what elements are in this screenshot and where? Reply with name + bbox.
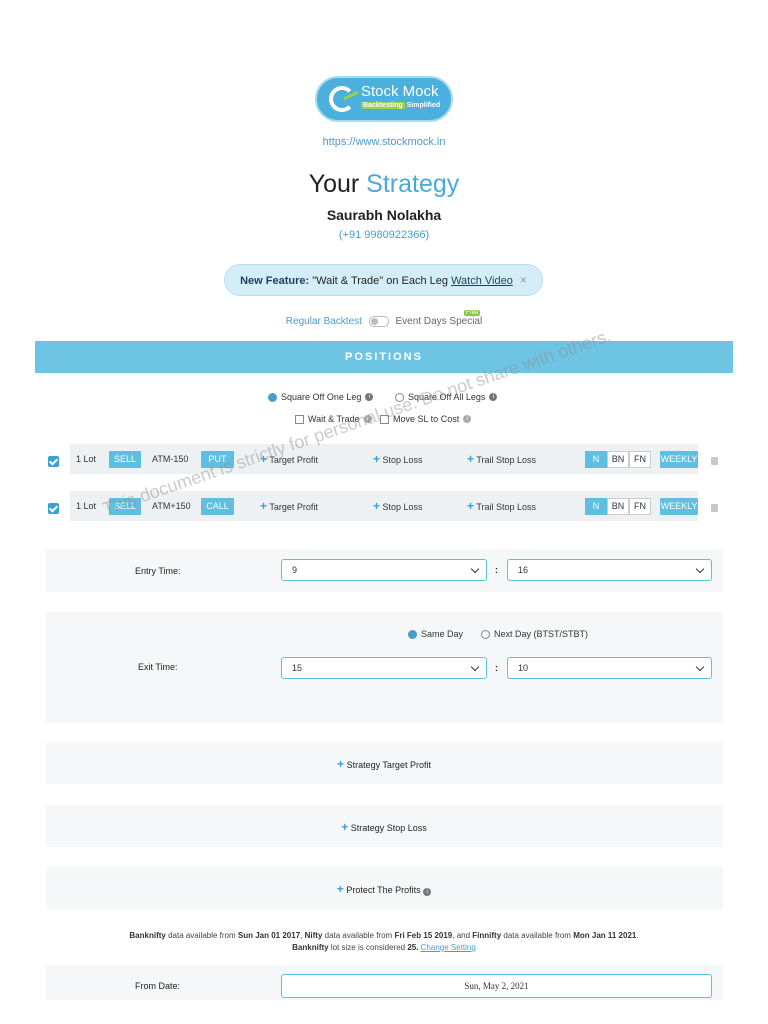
square-off-one-leg-radio[interactable]: Square Off One Leg i (268, 392, 374, 402)
info-icon[interactable]: i (365, 393, 374, 401)
site-url-link[interactable]: https://www.stockmock.in (0, 136, 768, 148)
exit-minute-select[interactable]: 10 (507, 657, 712, 679)
wait-trade-checkbox[interactable]: Wait & Trade i (295, 414, 372, 424)
leg-row-2: 1 Lot SELL ATM+150 CALL + Target Profit … (70, 491, 698, 521)
stockmock-logo[interactable]: Stock Mock Backtesting Simplified (315, 76, 453, 122)
plus-icon: + (336, 882, 344, 896)
strike-selector[interactable]: ATM-150 (152, 454, 188, 464)
index-n-button[interactable]: N (585, 451, 607, 468)
plus-icon: + (341, 820, 349, 834)
plus-icon: + (337, 757, 345, 771)
same-day-radio[interactable]: Same Day (408, 629, 463, 639)
lot-stepper[interactable]: 1 Lot (76, 454, 96, 464)
leg-2-enable-checkbox[interactable] (48, 503, 59, 514)
mode-toggle-switch[interactable] (368, 316, 389, 327)
watch-video-link[interactable]: Watch Video (451, 275, 513, 287)
target-profit-toggle[interactable]: + Target Profit (260, 452, 318, 466)
trail-stop-loss-toggle[interactable]: + Trail Stop Loss (467, 452, 536, 466)
change-setting-link[interactable]: Change Setting (421, 943, 476, 952)
time-separator: : (495, 663, 498, 673)
radio-selected-icon (268, 392, 277, 402)
side-toggle-button[interactable]: SELL (109, 451, 141, 468)
data-availability-notice: Banknifty data available from Sun Jan 01… (129, 931, 639, 940)
info-icon[interactable]: i (363, 415, 372, 423)
free-badge: Free (464, 310, 481, 316)
entry-time-label: Entry Time: (135, 566, 181, 576)
expiry-select[interactable]: WEEKLY (660, 451, 698, 468)
entry-hour-select[interactable]: 9 (281, 559, 487, 581)
expiry-select[interactable]: WEEKLY (660, 498, 698, 515)
plus-icon: + (373, 452, 381, 466)
user-phone: (+91 9980922366) (338, 229, 430, 241)
info-icon[interactable]: i (463, 415, 472, 423)
delete-leg-icon[interactable] (711, 457, 718, 465)
from-date-input[interactable]: Sun, May 2, 2021 (281, 974, 712, 998)
from-date-label: From Date: (135, 981, 181, 991)
feature-banner: New Feature: "Wait & Trade" on Each Leg … (224, 264, 543, 296)
index-bn-button[interactable]: BN (607, 451, 629, 468)
radio-icon (395, 392, 404, 402)
exit-hour-select[interactable]: 15 (281, 657, 487, 679)
radio-icon (481, 629, 490, 639)
leg-row-1: 1 Lot SELL ATM-150 PUT + Target Profit +… (70, 444, 698, 474)
strategy-target-profit-toggle[interactable]: + Strategy Target Profit (0, 757, 768, 771)
radio-selected-icon (408, 629, 417, 639)
move-sl-to-cost-checkbox[interactable]: Move SL to Cost i (380, 414, 472, 424)
checkbox-icon (380, 414, 389, 424)
lot-stepper[interactable]: 1 Lot (76, 501, 96, 511)
stop-loss-toggle[interactable]: + Stop Loss (373, 499, 423, 513)
index-bn-button[interactable]: BN (607, 498, 629, 515)
square-off-all-legs-radio[interactable]: Square Off All Legs i (395, 392, 498, 402)
checkbox-icon (295, 414, 304, 424)
logo-name: Stock Mock (361, 83, 439, 100)
banner-text: "Wait & Trade" on Each Leg (312, 275, 449, 287)
logo-swirl-icon (329, 86, 355, 112)
strategy-stop-loss-toggle[interactable]: + Strategy Stop Loss (0, 820, 768, 834)
info-icon[interactable]: i (489, 393, 498, 401)
protect-profits-toggle[interactable]: + Protect The Profits i (0, 882, 768, 896)
close-icon[interactable]: × (520, 273, 527, 287)
plus-icon: + (260, 499, 268, 513)
index-fn-button[interactable]: FN (629, 451, 651, 468)
target-profit-toggle[interactable]: + Target Profit (260, 499, 318, 513)
backtest-mode-toggle: Regular Backtest Event Days Special (0, 316, 768, 327)
info-icon[interactable]: i (423, 888, 432, 896)
trail-stop-loss-toggle[interactable]: + Trail Stop Loss (467, 499, 536, 513)
index-fn-button[interactable]: FN (629, 498, 651, 515)
stop-loss-toggle[interactable]: + Stop Loss (373, 452, 423, 466)
user-name: Saurabh Nolakha (326, 207, 442, 223)
exit-time-label: Exit Time: (138, 662, 178, 672)
plus-icon: + (467, 452, 475, 466)
side-toggle-button[interactable]: SELL (109, 498, 141, 515)
banner-label: New Feature: (240, 275, 310, 287)
logo-tagline: Backtesting Simplified (361, 102, 441, 109)
time-separator: : (495, 565, 498, 575)
index-n-button[interactable]: N (585, 498, 607, 515)
leg-1-enable-checkbox[interactable] (48, 456, 59, 467)
event-days-label[interactable]: Event Days Special (396, 316, 483, 327)
regular-backtest-label[interactable]: Regular Backtest (286, 316, 362, 327)
plus-icon: + (373, 499, 381, 513)
entry-minute-select[interactable]: 16 (507, 559, 712, 581)
strike-selector[interactable]: ATM+150 (152, 501, 191, 511)
delete-leg-icon[interactable] (711, 504, 718, 512)
page-title: Your Strategy (308, 170, 460, 198)
option-type-button[interactable]: CALL (201, 498, 234, 515)
positions-header: POSITIONS (35, 341, 733, 373)
option-type-button[interactable]: PUT (201, 451, 234, 468)
lot-size-notice: Banknifty lot size is considered 25. Cha… (292, 943, 476, 952)
plus-icon: + (467, 499, 475, 513)
plus-icon: + (260, 452, 268, 466)
next-day-radio[interactable]: Next Day (BTST/STBT) (481, 629, 588, 639)
